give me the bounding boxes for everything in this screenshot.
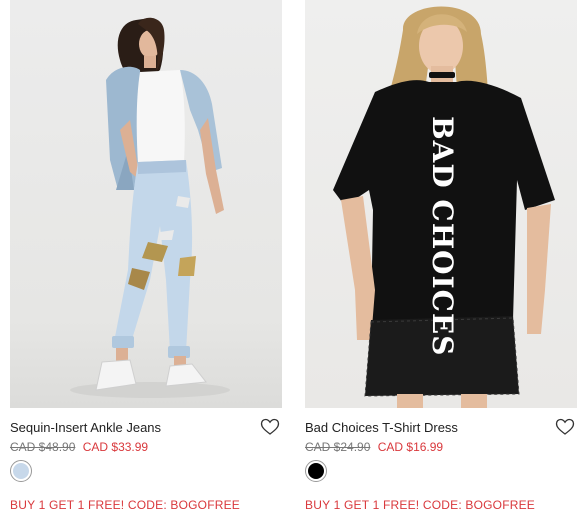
product-title[interactable]: Bad Choices T-Shirt Dress xyxy=(305,420,577,436)
original-price: CAD $48.90 xyxy=(10,440,76,454)
heart-outline-icon[interactable] xyxy=(260,417,280,437)
color-swatch-black[interactable] xyxy=(305,460,327,482)
swatch-color-fill xyxy=(308,463,324,479)
product-card-bad-choices-dress: BAD CHOICES Bad Choices T-Shirt Dress CA… xyxy=(305,0,577,515)
promo-text: BUY 1 GET 1 FREE! CODE: BOGOFREE xyxy=(305,498,536,512)
promo-text: BUY 1 GET 1 FREE! CODE: BOGOFREE xyxy=(10,498,241,512)
product-info: Bad Choices T-Shirt Dress CAD $24.90 CAD… xyxy=(305,408,577,513)
product-grid: Sequin-Insert Ankle Jeans CAD $48.90 CAD… xyxy=(0,0,581,515)
model-in-jeans-illustration xyxy=(70,17,230,398)
product-title[interactable]: Sequin-Insert Ankle Jeans xyxy=(10,420,282,436)
model-in-tshirt-dress-illustration: BAD CHOICES xyxy=(333,6,555,408)
price-row: CAD $24.90 CAD $16.99 xyxy=(305,440,577,455)
color-swatches xyxy=(10,460,282,482)
color-swatches xyxy=(305,460,577,482)
original-price: CAD $24.90 xyxy=(305,440,371,454)
product-card-sequin-jeans: Sequin-Insert Ankle Jeans CAD $48.90 CAD… xyxy=(10,0,282,515)
price-row: CAD $48.90 CAD $33.99 xyxy=(10,440,282,455)
product-info: Sequin-Insert Ankle Jeans CAD $48.90 CAD… xyxy=(10,408,282,513)
dress-graphic-text: BAD CHOICES xyxy=(426,116,459,357)
product-image-sequin-jeans[interactable] xyxy=(10,0,282,408)
heart-outline-icon[interactable] xyxy=(555,417,575,437)
color-swatch-light-denim[interactable] xyxy=(10,460,32,482)
swatch-color-fill xyxy=(13,463,29,479)
product-image-bad-choices-dress[interactable]: BAD CHOICES xyxy=(305,0,577,408)
sale-price: CAD $33.99 xyxy=(82,440,149,454)
sale-price: CAD $16.99 xyxy=(377,440,444,454)
